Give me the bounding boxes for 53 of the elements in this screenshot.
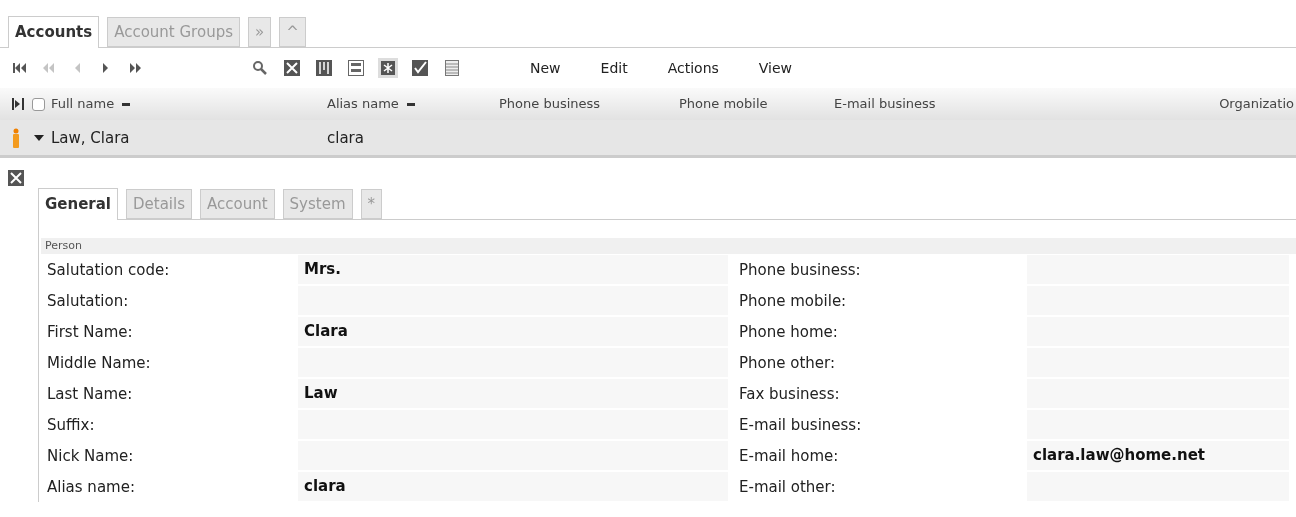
field-label: Phone other: bbox=[739, 353, 835, 372]
table-cell: Law, Clara bbox=[51, 128, 130, 147]
menu-item[interactable]: Actions bbox=[647, 57, 739, 79]
field-label: E-mail other: bbox=[739, 477, 836, 496]
field-value: Law bbox=[298, 379, 728, 408]
column-header[interactable]: Alias name bbox=[327, 94, 399, 114]
person-icon bbox=[12, 127, 20, 148]
column-header[interactable]: Organizatio bbox=[1219, 94, 1294, 114]
field-value: clara.law@home.net bbox=[1027, 441, 1289, 470]
checkmark-icon[interactable] bbox=[410, 58, 430, 78]
field-label: Middle Name: bbox=[47, 353, 151, 372]
table-cell: clara bbox=[327, 128, 364, 147]
field-label: Phone home: bbox=[739, 322, 838, 341]
search-icon[interactable] bbox=[252, 60, 268, 76]
field-label: Nick Name: bbox=[47, 446, 134, 465]
field-label: Suffix: bbox=[47, 415, 95, 434]
field-label: Fax business: bbox=[739, 384, 840, 403]
table-row[interactable]: Law, Clara clara bbox=[0, 120, 1296, 158]
menu-item[interactable]: Edit bbox=[580, 57, 648, 79]
columns-icon[interactable] bbox=[314, 58, 334, 78]
field-label: Last Name: bbox=[47, 384, 133, 403]
column-header[interactable]: Phone business bbox=[499, 94, 601, 114]
field-label: Salutation: bbox=[47, 291, 129, 310]
close-icon[interactable] bbox=[8, 170, 24, 186]
menu-item[interactable]: View bbox=[738, 57, 813, 79]
column-header[interactable]: Phone mobile bbox=[679, 94, 768, 114]
field-label: First Name: bbox=[47, 322, 133, 341]
field-label: Salutation code: bbox=[47, 260, 170, 279]
list-icon[interactable] bbox=[442, 58, 462, 78]
fast-forward-icon[interactable] bbox=[128, 61, 143, 75]
expand-icon[interactable] bbox=[33, 134, 44, 141]
field-value: clara bbox=[298, 472, 728, 501]
field-value: Mrs. bbox=[298, 255, 728, 284]
field-label: E-mail home: bbox=[739, 446, 839, 465]
sort-icon[interactable] bbox=[406, 102, 415, 106]
column-header[interactable]: E-mail business bbox=[834, 94, 936, 114]
column-header[interactable]: Full name bbox=[51, 94, 115, 114]
form-icon[interactable] bbox=[346, 58, 366, 78]
field-label: Phone business: bbox=[739, 260, 861, 279]
field-label: E-mail business: bbox=[739, 415, 862, 434]
section-header: Person bbox=[41, 238, 1296, 254]
close-icon[interactable] bbox=[282, 58, 302, 78]
asterisk-icon[interactable] bbox=[378, 58, 398, 78]
column-toggle-icon[interactable] bbox=[12, 98, 24, 110]
tab[interactable]: General bbox=[38, 188, 118, 220]
field-value: Clara bbox=[298, 317, 728, 346]
first-page-icon[interactable] bbox=[12, 61, 27, 75]
field-label: Phone mobile: bbox=[739, 291, 847, 310]
tab[interactable]: Accounts bbox=[8, 16, 100, 48]
sort-icon[interactable] bbox=[122, 102, 131, 106]
field-label: Alias name: bbox=[47, 477, 135, 496]
select-all-checkbox[interactable] bbox=[32, 97, 45, 111]
menu-item[interactable]: New bbox=[510, 57, 581, 79]
